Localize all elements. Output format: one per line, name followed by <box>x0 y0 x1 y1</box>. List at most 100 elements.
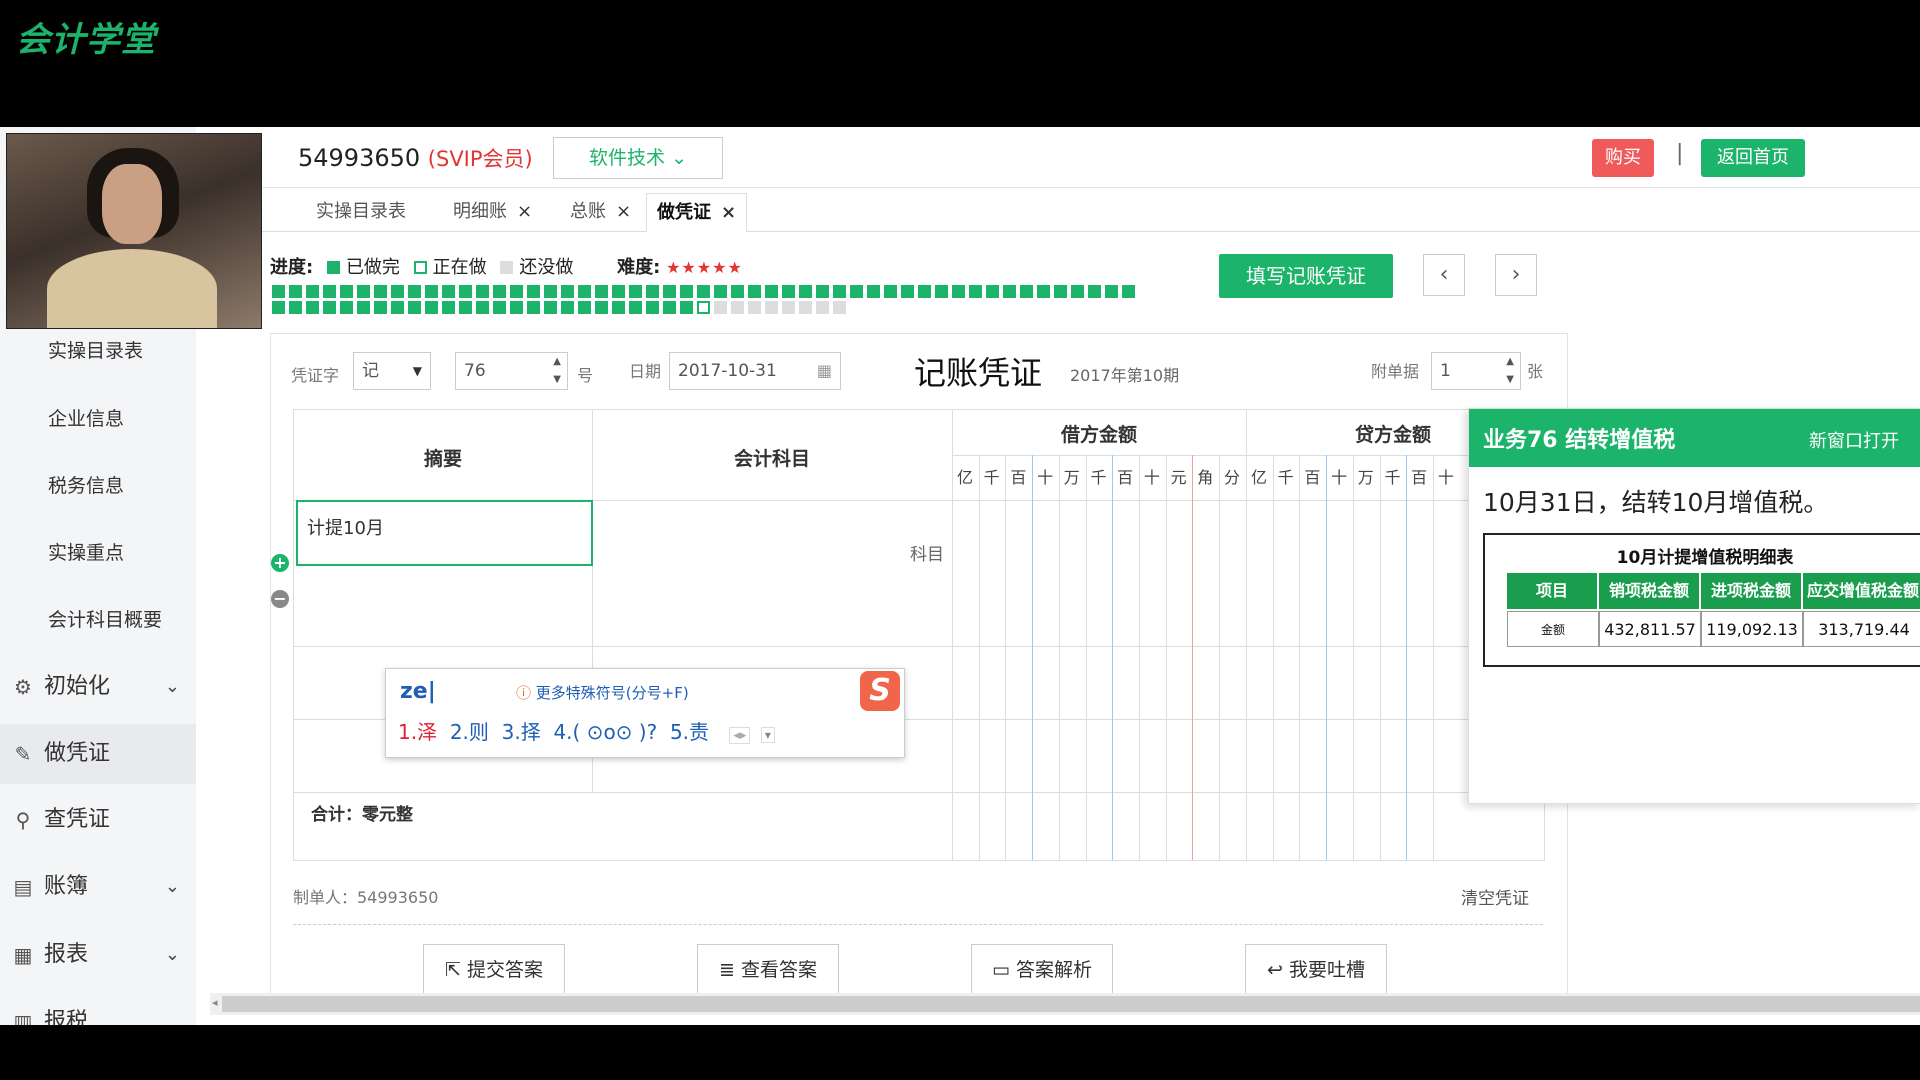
ime-expand-icon[interactable]: ▾ <box>760 727 775 743</box>
clear-voucher-link[interactable]: 清空凭证 <box>1461 884 1529 909</box>
progress-cell <box>306 301 319 314</box>
fill-voucher-button[interactable]: 填写记账凭证 <box>1219 254 1393 298</box>
sidebar-item-tax-info[interactable]: 税务信息 <box>0 456 196 516</box>
credit-digit-label: 十 <box>1331 468 1348 487</box>
progress-cell <box>527 301 540 314</box>
progress-cell <box>374 301 387 314</box>
progress-cell <box>476 285 489 298</box>
difficulty-label: 难度: <box>617 257 661 278</box>
progress-cell <box>714 301 727 314</box>
buy-button[interactable]: 购买 <box>1592 139 1654 177</box>
voucher-word-select[interactable]: 记 ▼ <box>353 352 431 390</box>
ime-candidate[interactable]: 1.泽 <box>398 720 437 744</box>
sidebar-item-key-points[interactable]: 实操重点 <box>0 523 196 583</box>
voucher-title: 记账凭证 <box>914 354 1043 392</box>
debit-digit-label: 万 <box>1063 468 1080 487</box>
progress-cell <box>544 285 557 298</box>
tab-operation-catalog[interactable]: 实操目录表 <box>306 193 416 231</box>
progress-cell <box>459 301 472 314</box>
tab-label: 总账 <box>570 201 606 222</box>
credit-digit-label: 百 <box>1304 468 1321 487</box>
progress-cell <box>289 285 302 298</box>
tab-general-ledger[interactable]: 总账 × <box>560 193 641 231</box>
sidebar-item-company-info[interactable]: 企业信息 <box>0 389 196 449</box>
credit-digit-label: 千 <box>1277 468 1294 487</box>
digit-column-line <box>1005 455 1007 860</box>
attachment-stepper[interactable]: 1 ▲ ▼ <box>1431 352 1521 390</box>
sidebar-group-make-voucher[interactable]: ✎ 做凭证 <box>0 724 196 784</box>
total-amount: 合计：零元整 <box>311 805 413 825</box>
close-icon[interactable]: × <box>721 202 736 223</box>
progress-cell <box>714 285 727 298</box>
top-black-bar: 会计学堂 <box>0 0 1920 127</box>
scroll-left-icon[interactable]: ◂ <box>212 996 218 1009</box>
progress-cell <box>918 285 931 298</box>
calendar-icon[interactable]: ▦ <box>817 353 832 389</box>
stepper-arrows-icon[interactable]: ▲ ▼ <box>553 353 561 389</box>
answer-analysis-button[interactable]: ▭ 答案解析 <box>971 944 1113 996</box>
progress-cell <box>408 285 421 298</box>
tab-bar: 实操目录表 明细账 × 总账 × 做凭证 × <box>262 187 1920 233</box>
credit-digit-label: 万 <box>1357 468 1374 487</box>
sidebar-item-operation-catalog[interactable]: 实操目录表 <box>0 321 196 381</box>
debit-digit-label: 元 <box>1170 468 1187 487</box>
voucher-number-stepper[interactable]: 76 ▲ ▼ <box>455 352 568 390</box>
progress-cell <box>629 301 642 314</box>
vat-data-cell: 119,092.13 <box>1701 611 1803 647</box>
sidebar-group-init[interactable]: ⚙ 初始化 ⌄ <box>0 657 196 717</box>
scrollbar-thumb[interactable] <box>222 996 1920 1012</box>
progress-cell <box>782 301 795 314</box>
credit-digit-label: 亿 <box>1250 468 1267 487</box>
sidebar-group-ledger[interactable]: ▤ 账簿 ⌄ <box>0 857 196 917</box>
sidebar-group-tax[interactable]: ▥ 报税 <box>0 992 196 1025</box>
submit-answer-button[interactable]: ⇱ 提交答案 <box>423 944 565 996</box>
tax-icon: ▥ <box>13 1010 33 1025</box>
ime-candidate[interactable]: 3.择 <box>502 720 541 744</box>
digit-column-line <box>1219 455 1220 860</box>
ime-candidate[interactable]: 2.则 <box>450 720 489 744</box>
account-hint: 科目 <box>910 545 944 565</box>
view-answer-button[interactable]: ≣ 查看答案 <box>697 944 839 996</box>
ime-hint[interactable]: ⓘ 更多特殊符号(分号+F) <box>516 682 689 703</box>
progress-cell <box>816 285 829 298</box>
sidebar-group-query-voucher[interactable]: ⚲ 查凭证 <box>0 790 196 850</box>
remove-row-icon[interactable]: − <box>271 590 289 608</box>
feedback-button[interactable]: ↩ 我要吐槽 <box>1245 944 1387 996</box>
date-input[interactable]: 2017-10-31 ▦ <box>669 352 841 390</box>
vat-header-cell: 进项税金额 <box>1701 573 1803 609</box>
sidebar-group-report[interactable]: ▦ 报表 ⌄ <box>0 925 196 985</box>
ime-page-arrows-icon[interactable]: ◂▸ <box>729 727 751 744</box>
software-tech-label: 软件技术 <box>589 147 666 169</box>
sidebar-group-label: 报税 <box>44 1009 89 1025</box>
digit-column-line <box>978 455 980 860</box>
home-button[interactable]: 返回首页 <box>1701 139 1805 177</box>
prev-button[interactable]: ‹ <box>1423 254 1465 296</box>
progress-cell <box>1088 285 1101 298</box>
close-icon[interactable]: × <box>517 201 532 222</box>
header: 54993650 (SVIP会员) 软件技术 ⌄ 购买 | 返回首页 <box>262 127 1920 188</box>
software-tech-dropdown[interactable]: 软件技术 ⌄ <box>553 137 723 179</box>
sogou-logo-icon: S <box>860 671 900 711</box>
digit-column-line <box>1112 455 1114 860</box>
close-icon[interactable]: × <box>616 201 631 222</box>
stepper-arrows-icon[interactable]: ▲ ▼ <box>1506 353 1514 389</box>
summary-input[interactable]: 计提10月 <box>296 500 593 566</box>
horizontal-scrollbar[interactable]: ◂ <box>210 993 1920 1015</box>
tab-make-voucher[interactable]: 做凭证 × <box>646 193 748 233</box>
progress-cell <box>816 301 829 314</box>
ime-candidate[interactable]: 4.( ⊙o⊙ )? <box>553 720 657 744</box>
ime-candidate[interactable]: 5.责 <box>670 720 709 744</box>
next-button[interactable]: › <box>1495 254 1537 296</box>
progress-cell <box>782 285 795 298</box>
tab-detail-ledger[interactable]: 明细账 × <box>443 193 542 231</box>
legend-done: 已做完 <box>345 257 400 278</box>
progress-cell <box>1020 285 1033 298</box>
done-swatch <box>326 261 340 274</box>
add-row-icon[interactable]: + <box>271 554 289 572</box>
sidebar-item-account-overview[interactable]: 会计科目概要 <box>0 590 196 650</box>
tab-label: 明细账 <box>453 201 507 222</box>
chevron-down-icon: ⌄ <box>164 944 180 965</box>
open-new-window-link[interactable]: 新窗口打开 <box>1809 427 1899 453</box>
progress-cell <box>272 285 285 298</box>
progress-cell <box>595 285 608 298</box>
